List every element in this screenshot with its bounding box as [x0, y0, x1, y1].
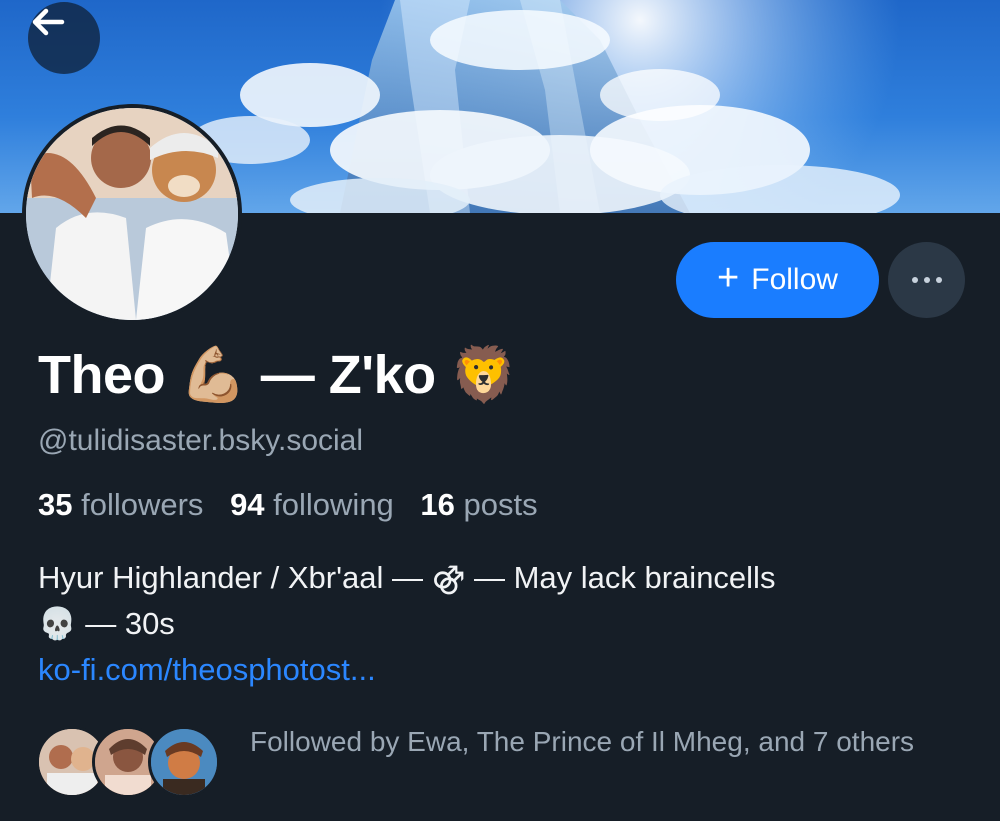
followed-by-text[interactable]: Followed by Ewa, The Prince of Il Mheg, …	[250, 722, 950, 761]
followers-label: followers	[81, 487, 204, 522]
bio-line-1: Hyur Highlander / Xbr'aal — ⚣ — May lack…	[38, 560, 776, 595]
bio-link[interactable]: ko-fi.com/theosphotost...	[38, 647, 376, 693]
following-count: 94	[230, 487, 265, 522]
posts-count: 16	[420, 487, 455, 522]
lion-emoji: 🦁	[450, 345, 517, 405]
ellipsis-icon	[911, 277, 918, 283]
plus-icon: +	[717, 257, 740, 299]
display-name-part1: Theo	[38, 345, 166, 405]
profile-bio: Hyur Highlander / Xbr'aal — ⚣ — May lack…	[38, 555, 938, 647]
profile-handle: @tulidisaster.bsky.social	[38, 424, 364, 457]
followed-by-avatars[interactable]	[36, 726, 226, 800]
following-label: following	[273, 487, 394, 522]
follow-button[interactable]: + Follow	[676, 242, 879, 318]
follower-avatar	[148, 726, 220, 798]
following-stat[interactable]: 94 following	[230, 487, 402, 522]
profile-stats: 35 followers 94 following 16 posts	[38, 484, 556, 526]
arrow-left-icon	[32, 8, 65, 36]
display-name-part2: — Z'ko	[260, 345, 436, 405]
display-name: Theo 💪🏼 — Z'ko 🦁	[38, 340, 517, 410]
avatar-image	[26, 108, 238, 320]
followers-stat[interactable]: 35 followers	[38, 487, 212, 522]
back-button[interactable]	[28, 2, 100, 74]
profile-page: + Follow Theo 💪🏼 — Z'ko 🦁 @tulidisaster.…	[0, 0, 1000, 821]
posts-stat: 16 posts	[420, 487, 537, 522]
profile-avatar[interactable]	[22, 104, 242, 324]
follow-label: Follow	[751, 263, 838, 296]
posts-label: posts	[463, 487, 538, 522]
ellipsis-icon	[923, 277, 930, 283]
flexed-biceps-emoji: 💪🏼	[179, 345, 247, 405]
bio-line-2: 💀 — 30s	[38, 606, 175, 641]
ellipsis-icon	[935, 277, 942, 283]
followers-count: 35	[38, 487, 73, 522]
more-options-button[interactable]	[888, 242, 965, 318]
